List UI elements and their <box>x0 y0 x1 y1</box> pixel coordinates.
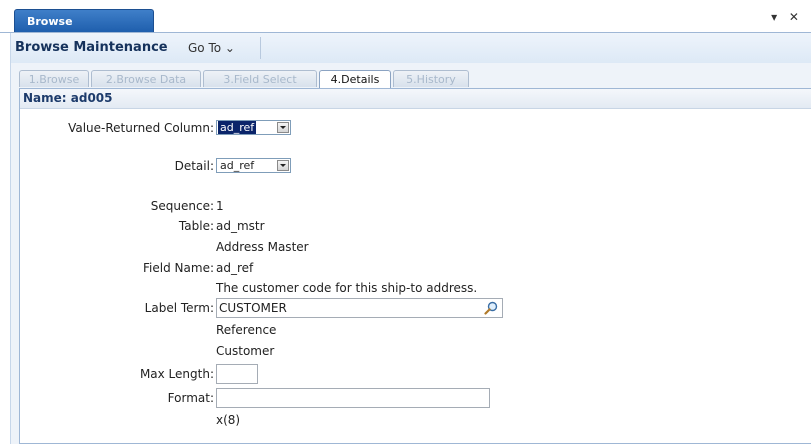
detail-label: Detail: <box>174 159 214 173</box>
toolbar: Browse Maintenance Go To ⌄ <box>10 33 811 63</box>
window-controls[interactable]: ▾ ✕ <box>771 10 803 24</box>
details-panel: Name: ad005 Value-Returned Column: ad_re… <box>19 88 811 444</box>
format-default: x(8) <box>216 413 241 427</box>
label-term-short: Reference <box>216 323 277 337</box>
max-length-label: Max Length: <box>139 367 214 381</box>
format-input[interactable] <box>216 388 490 408</box>
detail-value: ad_ref <box>220 159 255 172</box>
panel-header: Name: ad005 <box>20 89 811 109</box>
field-name-value: ad_ref <box>216 261 254 275</box>
field-name-label: Field Name: <box>143 261 214 275</box>
value-returned-column-select[interactable]: ad_ref <box>216 120 291 135</box>
value-returned-column-value: ad_ref <box>218 121 257 134</box>
document-tab-bar: Browse Maintenance ▾ ✕ <box>0 0 811 51</box>
value-returned-column-label: Value-Returned Column: <box>68 121 214 135</box>
tab-history[interactable]: 5.History <box>393 70 469 87</box>
detail-select[interactable]: ad_ref <box>216 158 291 173</box>
chevron-down-icon[interactable] <box>277 122 289 133</box>
sequence-value: 1 <box>216 199 224 213</box>
content-area: 1.Browse 2.Browse Data 3.Field Select 4.… <box>10 63 811 444</box>
table-value: ad_mstr <box>216 219 265 233</box>
goto-menu-button[interactable]: Go To ⌄ <box>188 41 235 55</box>
label-term-label: Label Term: <box>144 301 214 315</box>
table-label: Table: <box>178 219 214 233</box>
label-term-input[interactable]: CUSTOMER <box>216 298 503 318</box>
label-term-long: Customer <box>216 344 275 358</box>
tab-browse-data[interactable]: 2.Browse Data <box>91 70 201 87</box>
toolbar-divider <box>260 37 261 59</box>
format-label: Format: <box>167 391 214 405</box>
tab-details[interactable]: 4.Details <box>319 70 391 88</box>
label-term-value: CUSTOMER <box>219 301 287 315</box>
chevron-down-icon[interactable] <box>277 160 289 171</box>
tab-browse[interactable]: 1.Browse <box>19 70 89 87</box>
tab-field-select[interactable]: 3.Field Select <box>203 70 317 87</box>
magnifier-icon[interactable] <box>484 301 498 315</box>
field-description: The customer code for this ship-to addre… <box>216 281 478 295</box>
sequence-label: Sequence: <box>150 199 214 213</box>
document-tab-browse-maintenance[interactable]: Browse Maintenance <box>14 9 154 51</box>
table-description: Address Master <box>216 240 309 254</box>
max-length-input[interactable] <box>216 364 258 384</box>
page-title: Browse Maintenance <box>15 40 168 55</box>
